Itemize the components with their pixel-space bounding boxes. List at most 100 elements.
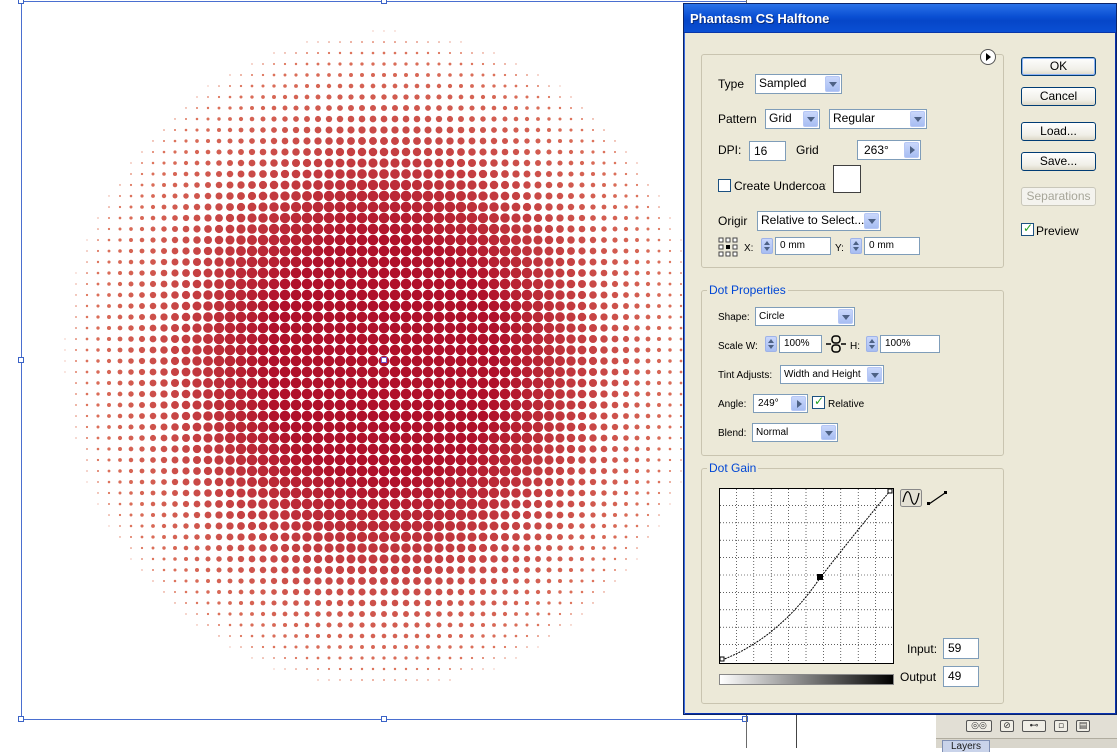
reference-point-icon[interactable] — [718, 237, 738, 257]
delete-layer-icon[interactable]: ▤ — [1076, 719, 1090, 732]
input-value-field[interactable]: 59 — [943, 638, 979, 659]
blend-select[interactable]: Normal — [752, 423, 838, 442]
origin-y-spinner[interactable] — [850, 238, 862, 254]
shape-value: Circle — [759, 311, 785, 322]
scale-h-spinner[interactable] — [866, 336, 878, 352]
output-value-field[interactable]: 49 — [943, 666, 979, 687]
dot-gain-curve-editor[interactable] — [719, 488, 894, 664]
dpi-input[interactable]: 16 — [749, 141, 786, 161]
chevron-right-icon[interactable] — [791, 396, 806, 411]
save-button[interactable]: Save... — [1021, 152, 1096, 171]
halftone-dialog: Phantasm CS Halftone Type Sampled Patter… — [683, 3, 1117, 715]
origin-x-label: X: — [744, 243, 754, 254]
chevron-down-icon — [838, 309, 853, 324]
cancel-button[interactable]: Cancel — [1021, 87, 1096, 106]
pattern-style-select[interactable]: Regular — [829, 109, 927, 129]
pattern-select[interactable]: Grid — [765, 109, 820, 129]
shape-label: Shape: — [718, 312, 750, 323]
undercoat-color-swatch[interactable] — [833, 165, 861, 193]
grid-label: Grid — [796, 143, 819, 157]
input-label: Input: — [907, 642, 938, 656]
selection-handle-bl[interactable] — [18, 716, 24, 722]
origin-x-spinner[interactable] — [761, 238, 773, 254]
relative-label: Relative — [828, 399, 865, 410]
pattern-label: Pattern — [718, 112, 757, 126]
tone-gradient-bar — [719, 674, 894, 685]
curve-end-point — [887, 488, 893, 494]
angle-input[interactable]: 249° — [753, 394, 808, 413]
dot-gain-legend: Dot Gain — [707, 461, 759, 475]
blend-value: Normal — [756, 427, 789, 438]
scale-w-spinner[interactable] — [765, 336, 777, 352]
preview-label: Preview — [1036, 224, 1079, 238]
chevron-right-icon[interactable] — [904, 142, 919, 158]
dot-properties-group: Dot Properties Shape: Circle Scale W: 10… — [701, 283, 1004, 456]
new-layer-icon[interactable]: ▫ — [1054, 719, 1068, 732]
curve-start-point — [719, 656, 725, 662]
chevron-down-icon — [910, 111, 925, 127]
chevron-down-icon — [867, 367, 882, 382]
type-value: Sampled — [759, 76, 807, 90]
origin-value: Relative to Select... — [761, 213, 865, 227]
relative-checkbox[interactable] — [812, 394, 825, 409]
origin-select[interactable]: Relative to Select... — [757, 211, 881, 231]
halftone-artwork[interactable] — [0, 0, 760, 748]
link-chain-icon[interactable] — [825, 335, 847, 353]
dot-gain-group: Dot Gain Input: 59 Output 49 — [701, 461, 1004, 704]
ok-button[interactable]: OK — [1021, 57, 1096, 76]
selection-handle-tm[interactable] — [381, 0, 387, 4]
type-select[interactable]: Sampled — [755, 74, 842, 94]
angle-value: 249° — [758, 398, 779, 409]
pattern-style-value: Regular — [833, 111, 876, 125]
load-button[interactable]: Load... — [1021, 122, 1096, 141]
origin-label: Origir — [718, 214, 748, 228]
curve-control-point — [817, 574, 823, 580]
pattern-settings-group: Type Sampled Pattern Grid Regular DPI: 1… — [701, 49, 1004, 268]
layer-options-icon[interactable]: ◎◎ — [966, 719, 992, 732]
dialog-titlebar[interactable]: Phantasm CS Halftone — [684, 4, 1116, 33]
clip-mask-icon[interactable]: ⊘ — [1000, 719, 1014, 732]
angle-label: Angle: — [718, 399, 747, 410]
selection-handle-bm[interactable] — [381, 716, 387, 722]
scale-w-input[interactable]: 100% — [779, 335, 822, 353]
create-undercoat-checkbox[interactable] — [718, 179, 731, 192]
dot-properties-legend: Dot Properties — [707, 283, 788, 297]
selection-handle-center[interactable] — [381, 357, 387, 363]
grid-angle-input[interactable]: 263° — [857, 140, 921, 160]
preview-checkbox[interactable] — [1021, 221, 1034, 236]
dialog-body: Type Sampled Pattern Grid Regular DPI: 1… — [687, 34, 1113, 711]
scale-h-label: H: — [850, 341, 860, 352]
dpi-label: DPI: — [718, 143, 742, 157]
chevron-down-icon — [821, 425, 836, 440]
tint-adjusts-value: Width and Height — [784, 369, 861, 380]
selection-handle-tl[interactable] — [18, 0, 24, 4]
sublayer-icon[interactable]: ⊷ — [1022, 719, 1046, 732]
selection-handle-ml[interactable] — [18, 357, 24, 363]
linear-curve-icon[interactable] — [926, 489, 948, 507]
blend-label: Blend: — [718, 428, 747, 439]
tab-layers[interactable]: Layers — [942, 740, 991, 752]
scale-w-label: Scale W: — [718, 341, 758, 352]
halftone-dots — [64, 30, 704, 681]
smooth-curve-icon[interactable] — [900, 489, 922, 507]
layers-toolbar: ◎◎ ⊘ ⊷ ▫ ▤ — [936, 713, 1117, 739]
chevron-down-icon — [825, 76, 840, 92]
origin-y-label: Y: — [835, 243, 844, 254]
chevron-down-icon — [803, 111, 818, 127]
dialog-title: Phantasm CS Halftone — [690, 11, 830, 26]
layers-panel: ◎◎ ⊘ ⊷ ▫ ▤ Layers — [936, 712, 1117, 752]
tint-adjusts-label: Tint Adjusts: — [718, 370, 773, 381]
origin-y-input[interactable]: 0 mm — [864, 237, 920, 255]
tint-adjusts-select[interactable]: Width and Height — [780, 365, 884, 384]
separations-button[interactable]: Separations — [1021, 187, 1096, 206]
pattern-value: Grid — [769, 111, 792, 125]
type-label: Type — [718, 77, 745, 91]
selection-handle-br[interactable] — [742, 716, 748, 722]
output-label: Output — [900, 670, 937, 684]
options-menu-button[interactable] — [980, 49, 996, 65]
create-undercoat-label: Create Undercoat — [734, 179, 826, 193]
grid-angle-value: 263° — [864, 143, 889, 157]
origin-x-input[interactable]: 0 mm — [775, 237, 831, 255]
shape-select[interactable]: Circle — [755, 307, 855, 326]
scale-h-input[interactable]: 100% — [880, 335, 940, 353]
